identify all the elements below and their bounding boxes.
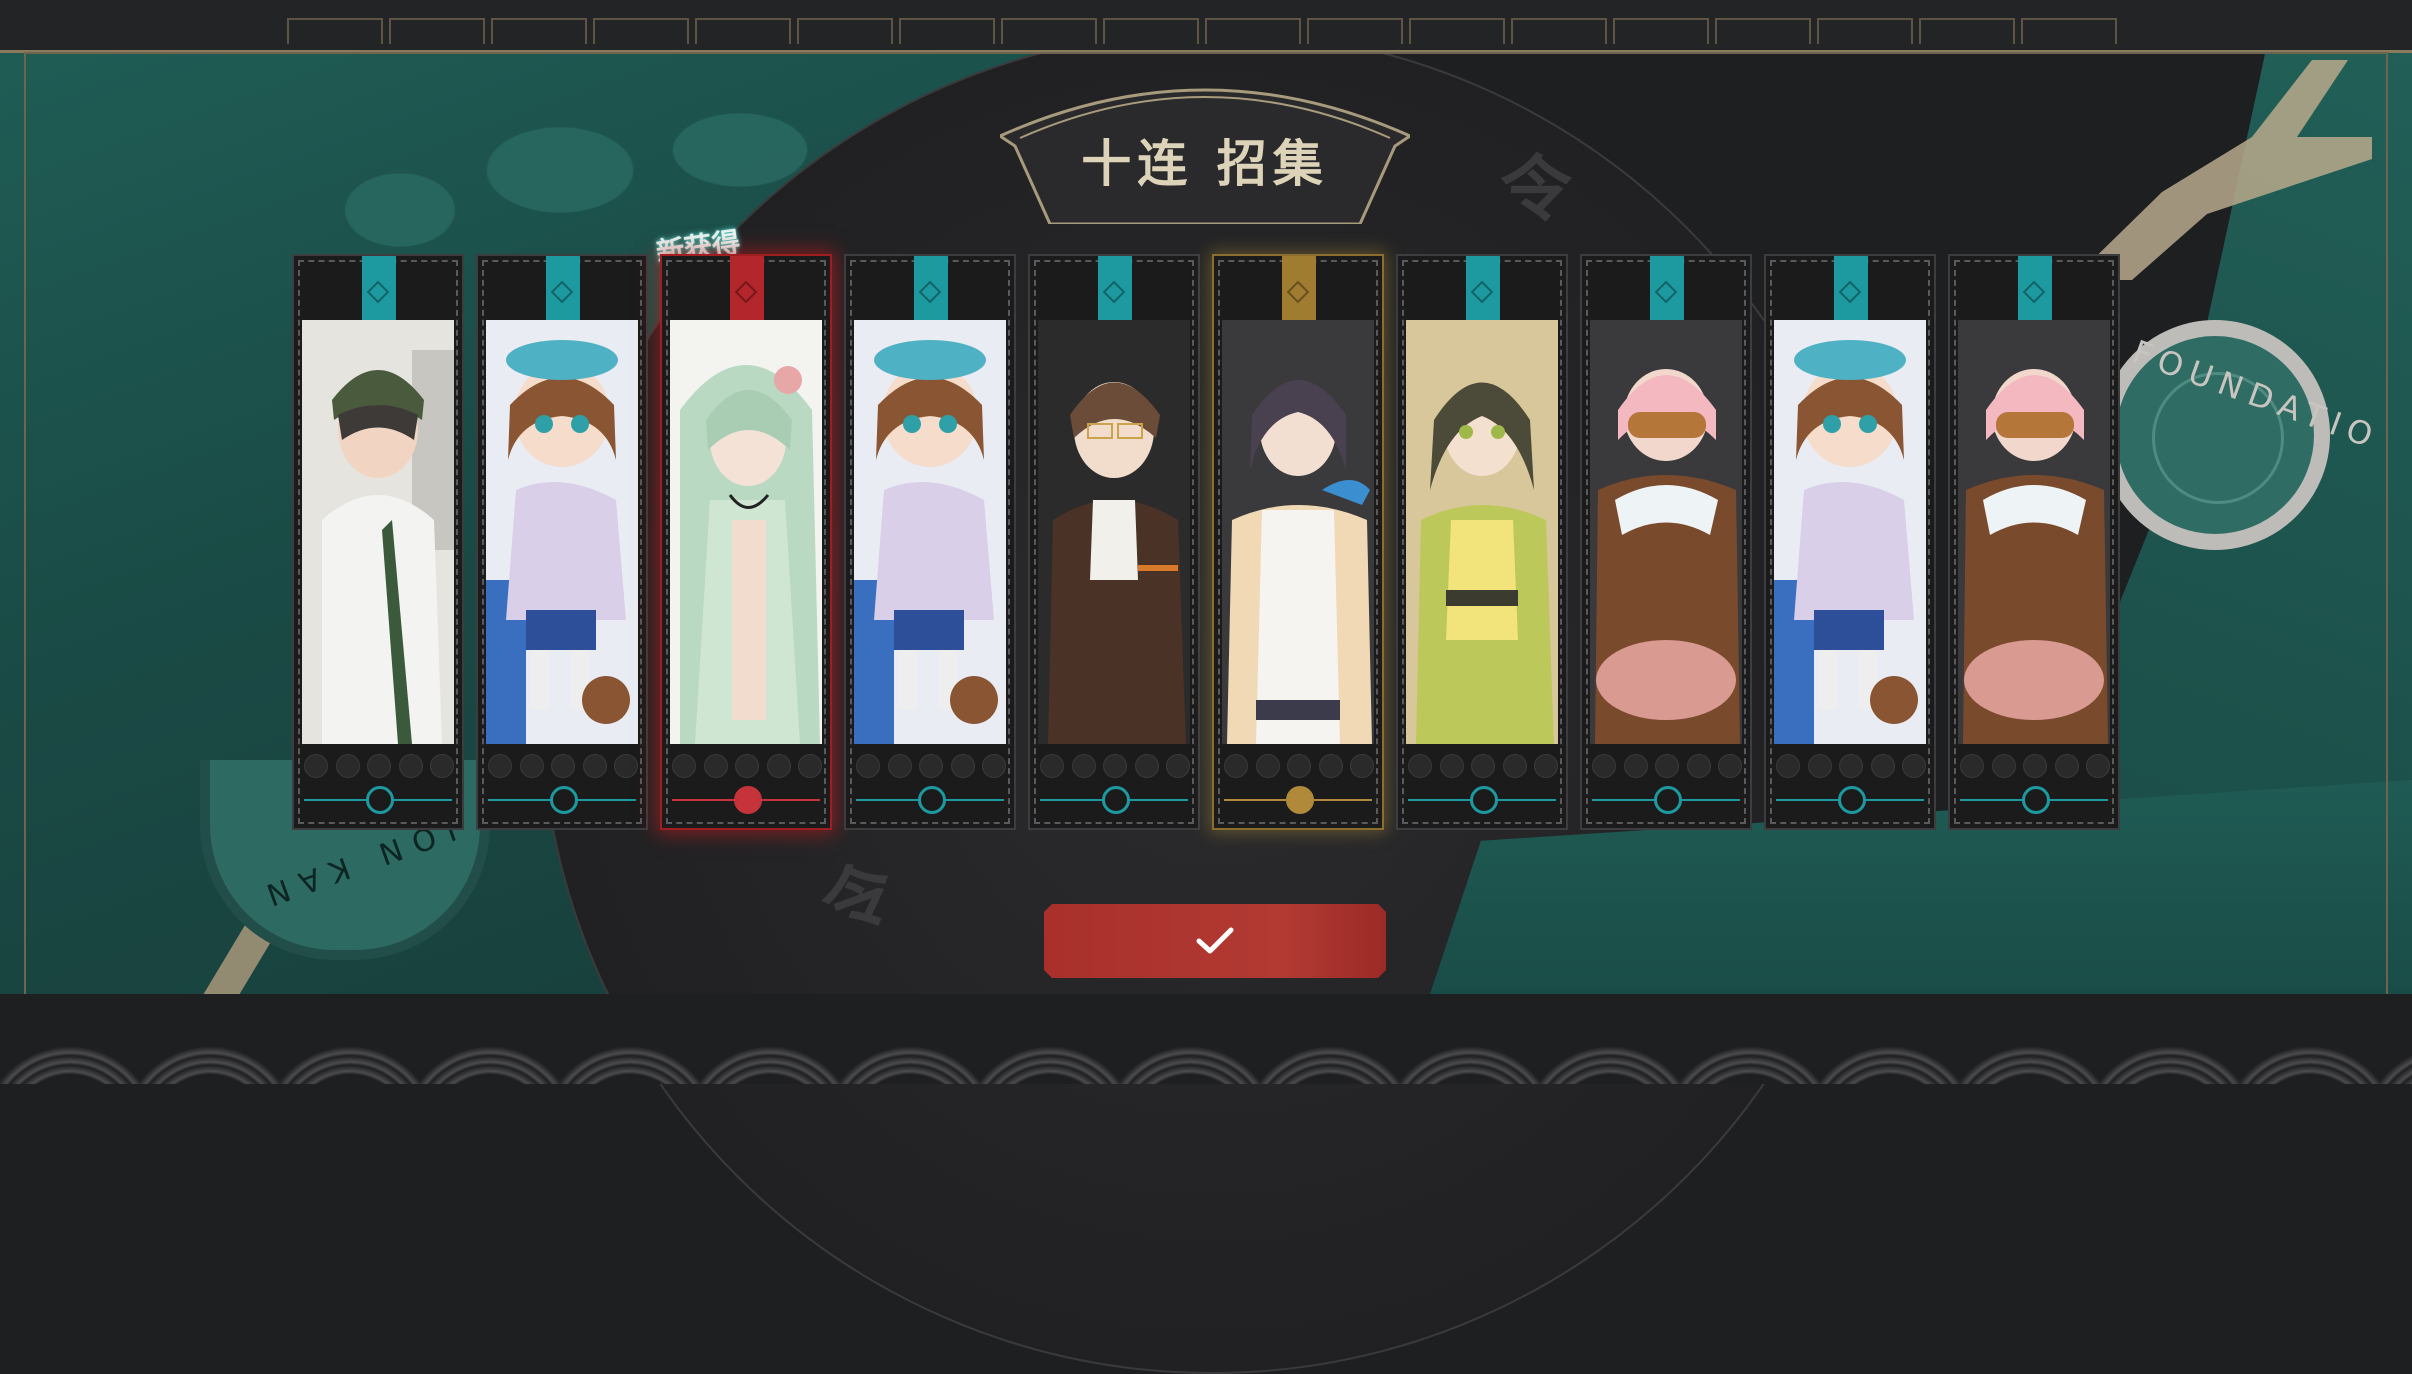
bar-segment (1919, 18, 2015, 44)
bar-segment (1205, 18, 1301, 44)
skill-dots (1592, 754, 1742, 778)
bar-segment (899, 18, 995, 44)
character-card[interactable] (292, 254, 464, 830)
character-portrait (670, 320, 822, 744)
foundation-emblem-right: FOUNDATIO (2100, 320, 2385, 550)
character-portrait (1958, 320, 2110, 744)
bar-segment (593, 18, 689, 44)
rarity-ribbon (362, 256, 396, 320)
bar-segment (2021, 18, 2117, 44)
rarity-ribbon (730, 256, 764, 320)
faction-emblem-icon (1470, 786, 1498, 814)
rarity-ribbon (2018, 256, 2052, 320)
rarity-ribbon (1282, 256, 1316, 320)
faction-emblem-icon (1654, 786, 1682, 814)
top-decorative-bar (0, 0, 2412, 53)
checkmark-icon (1195, 926, 1235, 956)
character-card[interactable] (1212, 254, 1384, 830)
bar-segment (389, 18, 485, 44)
rarity-ribbon (1466, 256, 1500, 320)
bar-segment (491, 18, 587, 44)
confirm-button[interactable] (1044, 904, 1386, 978)
rarity-ribbon (1834, 256, 1868, 320)
bar-segment (1817, 18, 1913, 44)
faction-emblem-icon (918, 786, 946, 814)
character-portrait (1038, 320, 1190, 744)
character-card[interactable] (1764, 254, 1936, 830)
rarity-ribbon (546, 256, 580, 320)
character-card[interactable] (1396, 254, 1568, 830)
character-portrait (1590, 320, 1742, 744)
character-card[interactable] (844, 254, 1016, 830)
skill-dots (1776, 754, 1926, 778)
skill-dots (1040, 754, 1190, 778)
faction-emblem-icon (734, 786, 762, 814)
skill-dots (1408, 754, 1558, 778)
title-banner: 十连 招集 (1000, 74, 1410, 224)
skill-dots (1224, 754, 1374, 778)
page-title: 十连 招集 (1081, 134, 1329, 193)
bar-segment (1715, 18, 1811, 44)
faction-emblem-icon (1286, 786, 1314, 814)
skill-dots (304, 754, 454, 778)
bar-segment (1307, 18, 1403, 44)
wave-border (0, 994, 2412, 1084)
bar-segment (287, 18, 383, 44)
bar-segment (1103, 18, 1199, 44)
character-portrait (1222, 320, 1374, 744)
character-card[interactable] (1028, 254, 1200, 830)
character-card[interactable] (660, 254, 832, 830)
skill-dots (1960, 754, 2110, 778)
faction-emblem-icon (1102, 786, 1130, 814)
character-card[interactable] (1580, 254, 1752, 830)
bar-segment (1001, 18, 1097, 44)
rarity-ribbon (914, 256, 948, 320)
character-card[interactable] (476, 254, 648, 830)
bar-segment (1511, 18, 1607, 44)
faction-emblem-icon (550, 786, 578, 814)
skill-dots (856, 754, 1006, 778)
skill-dots (672, 754, 822, 778)
rarity-ribbon (1650, 256, 1684, 320)
bar-segment (1409, 18, 1505, 44)
rarity-ribbon (1098, 256, 1132, 320)
seal-character: 令 (1500, 146, 1573, 231)
bar-segment (695, 18, 791, 44)
character-card[interactable] (1948, 254, 2120, 830)
faction-emblem-icon (1838, 786, 1866, 814)
skill-dots (488, 754, 638, 778)
character-portrait (1774, 320, 1926, 744)
character-portrait (302, 320, 454, 744)
faction-emblem-icon (2022, 786, 2050, 814)
faction-emblem-icon (366, 786, 394, 814)
character-portrait (486, 320, 638, 744)
character-portrait (854, 320, 1006, 744)
bar-segment (1613, 18, 1709, 44)
bar-segment (797, 18, 893, 44)
character-portrait (1406, 320, 1558, 744)
